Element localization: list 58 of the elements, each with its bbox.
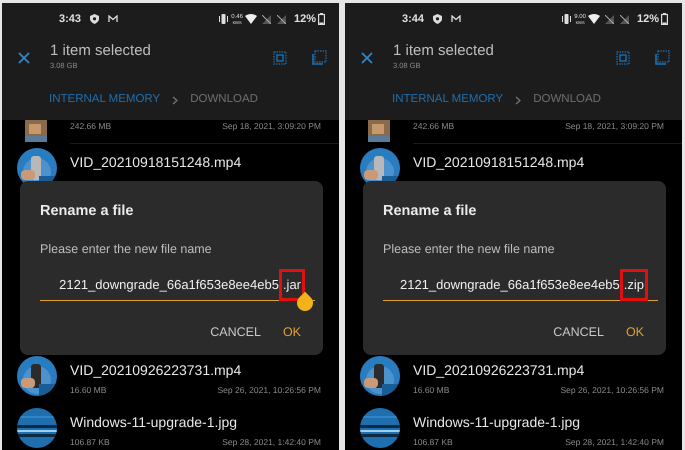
selection-title: 1 item selected bbox=[50, 42, 152, 60]
file-name: Windows-11-upgrade-1.jpg bbox=[70, 413, 238, 431]
file-name: VID_20210918151248.mp4 bbox=[70, 153, 242, 171]
close-icon[interactable] bbox=[18, 52, 30, 64]
file-date: Sep 18, 2021, 3:09:20 PM bbox=[565, 120, 664, 133]
battery-icon bbox=[661, 13, 668, 25]
file-name: VID_20210926223731.mp4 bbox=[70, 361, 242, 379]
dialog-button[interactable]: CANCEL bbox=[553, 322, 604, 342]
dialog-button[interactable]: CANCEL bbox=[210, 322, 261, 342]
file-date: Sep 28, 2021, 1:42:40 PM bbox=[565, 436, 664, 449]
field-value: 2121_downgrade_66a1f653e8ee4eb5 bbox=[59, 276, 279, 294]
breadcrumb-item[interactable]: DOWNLOAD bbox=[190, 91, 258, 109]
file-date: Sep 26, 2021, 10:26:56 PM bbox=[218, 384, 321, 397]
status-time: 3:44 bbox=[402, 12, 424, 27]
select-all-icon[interactable] bbox=[616, 50, 630, 64]
file-date: Sep 28, 2021, 1:42:40 PM bbox=[222, 436, 321, 449]
shield-icon bbox=[433, 14, 442, 24]
battery-percent: 12% bbox=[636, 12, 659, 27]
dialog-message: Please enter the new file name bbox=[383, 240, 556, 258]
highlighted-extension: .zip bbox=[620, 269, 648, 301]
select-inverse-icon[interactable] bbox=[311, 50, 327, 66]
file-name: Windows-11-upgrade-1.jpg bbox=[413, 413, 582, 431]
file-date: Sep 26, 2021, 10:26:56 PM bbox=[560, 384, 664, 397]
dialog-title: Rename a file bbox=[40, 202, 134, 221]
chevron-icon bbox=[515, 96, 522, 104]
dialog-title: Rename a file bbox=[383, 202, 478, 221]
wifi-icon bbox=[588, 14, 600, 24]
chevron-icon bbox=[172, 96, 178, 104]
dialog-button[interactable]: OK bbox=[282, 322, 301, 342]
file-name-field[interactable]: 2121_downgrade_66a1f653e8ee4eb5 .zip bbox=[383, 270, 658, 300]
file-name: VID_20210918151248.mp4 bbox=[413, 153, 586, 171]
close-icon[interactable] bbox=[361, 52, 373, 64]
file-date: Sep 18, 2021, 3:09:20 PM bbox=[222, 120, 321, 133]
file-size: 106.87 KB bbox=[413, 436, 453, 449]
mail-icon bbox=[451, 15, 462, 23]
battery-percent: 12% bbox=[294, 12, 316, 27]
vibrate-icon bbox=[219, 14, 228, 24]
battery-icon bbox=[318, 13, 325, 25]
dialog-button[interactable]: OK bbox=[626, 322, 644, 342]
breadcrumb-item[interactable]: DOWNLOAD bbox=[533, 91, 601, 109]
breadcrumb-item[interactable]: INTERNAL MEMORY bbox=[49, 91, 160, 109]
selection-title: 1 item selected bbox=[393, 42, 495, 60]
select-all-icon[interactable] bbox=[273, 50, 287, 64]
select-inverse-icon[interactable] bbox=[654, 50, 670, 66]
field-value: 2121_downgrade_66a1f653e8ee4eb5 bbox=[400, 276, 620, 294]
vibrate-icon bbox=[562, 14, 572, 24]
file-size: 242.66 MB bbox=[413, 120, 454, 133]
file-size: 16.60 MB bbox=[70, 384, 106, 397]
breadcrumb-item[interactable]: INTERNAL MEMORY bbox=[392, 91, 504, 109]
file-size: 242.66 MB bbox=[70, 120, 112, 133]
shield-icon bbox=[90, 14, 100, 24]
dialog-message: Please enter the new file name bbox=[40, 240, 213, 258]
file-name: VID_20210926223731.mp4 bbox=[413, 361, 586, 379]
wifi-icon bbox=[244, 14, 257, 24]
mail-icon bbox=[108, 15, 118, 23]
file-size: 106.87 KB bbox=[70, 436, 110, 449]
status-time: 3:43 bbox=[59, 12, 82, 27]
file-size: 16.60 MB bbox=[413, 384, 450, 397]
